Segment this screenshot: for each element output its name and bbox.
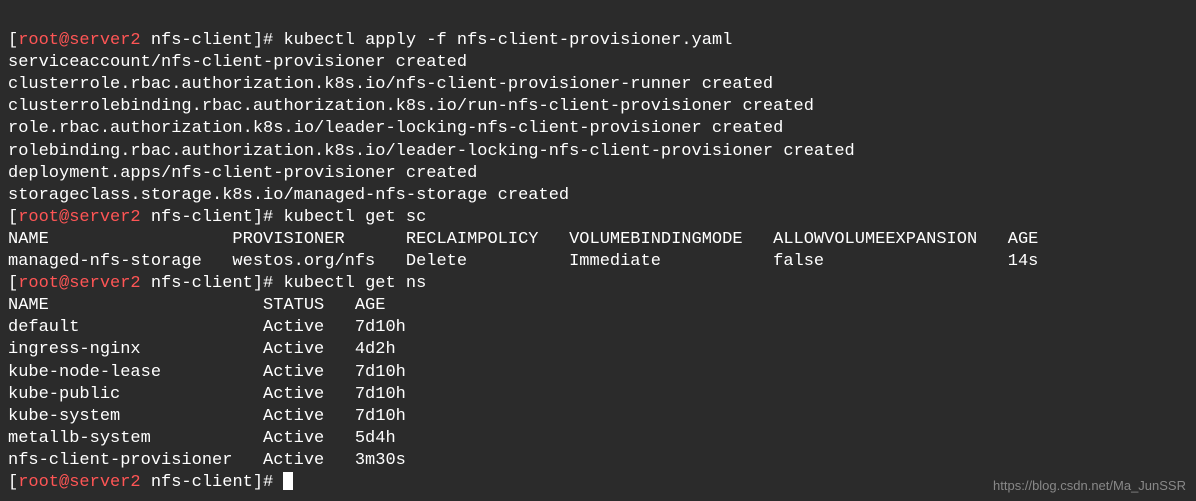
ns-row: default Active 7d10h <box>8 318 406 337</box>
watermark-text: https://blog.csdn.net/Ma_JunSSR <box>993 478 1186 495</box>
ns-header: NAME STATUS AGE <box>8 296 385 315</box>
output-line: clusterrolebinding.rbac.authorization.k8… <box>8 97 814 116</box>
output-line: rolebinding.rbac.authorization.k8s.io/le… <box>8 142 855 161</box>
cursor[interactable] <box>283 472 293 490</box>
terminal-output[interactable]: [root@server2 nfs-client]# kubectl apply… <box>8 8 1188 494</box>
ns-row: kube-node-lease Active 7d10h <box>8 363 406 382</box>
ns-row: nfs-client-provisioner Active 3m30s <box>8 451 406 470</box>
ns-row: kube-system Active 7d10h <box>8 407 406 426</box>
ns-row: ingress-nginx Active 4d2h <box>8 340 396 359</box>
output-line: storageclass.storage.k8s.io/managed-nfs-… <box>8 186 569 205</box>
prompt-line-2: [root@server2 nfs-client]# kubectl get s… <box>8 208 426 227</box>
prompt-line-3: [root@server2 nfs-client]# kubectl get n… <box>8 274 426 293</box>
sc-row: managed-nfs-storage westos.org/nfs Delet… <box>8 252 1038 271</box>
command-3: kubectl get ns <box>283 274 426 293</box>
output-line: role.rbac.authorization.k8s.io/leader-lo… <box>8 119 783 138</box>
output-line: deployment.apps/nfs-client-provisioner c… <box>8 164 477 183</box>
command-1: kubectl apply -f nfs-client-provisioner.… <box>283 31 732 50</box>
sc-header: NAME PROVISIONER RECLAIMPOLICY VOLUMEBIN… <box>8 230 1038 249</box>
ns-row: metallb-system Active 5d4h <box>8 429 396 448</box>
output-line: serviceaccount/nfs-client-provisioner cr… <box>8 53 467 72</box>
ns-row: kube-public Active 7d10h <box>8 385 406 404</box>
command-2: kubectl get sc <box>283 208 426 227</box>
output-line: clusterrole.rbac.authorization.k8s.io/nf… <box>8 75 773 94</box>
prompt-line-1: [root@server2 nfs-client]# kubectl apply… <box>8 31 732 50</box>
prompt-line-4: [root@server2 nfs-client]# <box>8 473 293 492</box>
